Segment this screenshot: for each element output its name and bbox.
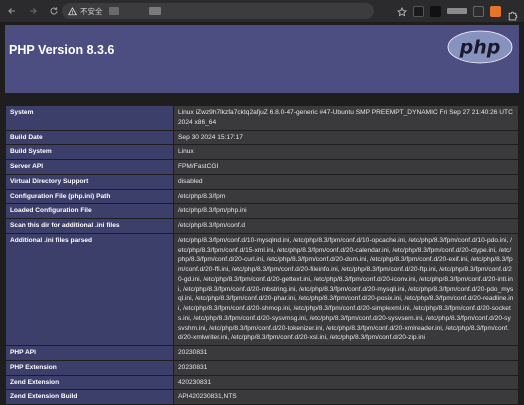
row-value: API420230831,NTS [173,389,519,405]
extension-redacted [447,8,467,14]
url-redacted [108,7,119,15]
table-row: Server API FPM/FastCGI [5,159,519,175]
row-key: Scan this dir for additional .ini files [5,218,174,234]
extension-icon[interactable] [473,5,484,17]
reload-icon[interactable] [45,2,63,20]
row-value: Linux iZwz9h7lkzfa7cktq2afjuZ 6.8.0-47-g… [173,105,519,131]
row-key: Loaded Configuration File [5,203,174,219]
table-row: Configuration File (php.ini) Path/etc/ph… [5,188,519,205]
row-value: 20230831 [173,345,519,361]
row-key: Virtual Directory Support [5,173,174,190]
table-row: Zend Extension Build API420230831,NTS [5,389,519,405]
table-row: Virtual Directory Support disabled [5,173,519,190]
php-logo: php [447,30,513,68]
phpinfo-header: PHP Version 8.3.6 php [5,25,519,93]
row-value: /etc/php/8.3/fpm [173,188,519,205]
forward-arrow-icon[interactable] [24,2,42,20]
extension-icon[interactable] [490,5,501,17]
row-key: Zend Extension [5,374,174,391]
insecure-label: 不安全 [80,6,103,16]
table-row: Zend Extension 420230831 [5,374,519,391]
back-arrow-icon[interactable] [3,2,21,20]
row-key: Additional .ini files parsed [5,232,174,347]
row-value: disabled [173,173,519,190]
warning-icon [68,6,77,16]
table-row: Loaded Configuration File/etc/php/8.3/fp… [5,203,519,219]
row-value: Linux [173,144,519,160]
browser-toolbar: 不安全 [0,0,524,22]
address-bar[interactable]: 不安全 [62,3,374,19]
row-key: PHP API [5,345,174,361]
table-row: Build System Linux [5,144,519,160]
puzzle-icon[interactable] [507,6,518,20]
page-content: PHP Version 8.3.6 php System Linux iZwz9h… [0,22,524,405]
php-logo-text: php [459,37,501,59]
table-row: Additional .ini files parsed/etc/php/8.3… [5,232,519,347]
table-row: Scan this dir for additional .ini files /… [5,218,519,234]
row-value: /etc/php/8.3/fpm/php.ini [173,203,519,219]
row-value: 20230831 [173,359,519,376]
row-key: PHP Extension [5,359,174,376]
table-row: PHP Extension 20230831 [5,359,519,376]
url-redacted [148,7,161,15]
table-row: PHP API 20230831 [5,345,519,361]
row-value: 420230831 [173,374,519,391]
row-value: /etc/php/8.3/fpm/conf.d/10-mysqlnd.ini, … [173,232,519,347]
extension-icon[interactable] [413,5,424,17]
page-title: PHP Version 8.3.6 [9,43,115,57]
row-value: Sep 30 2024 15:17:17 [173,129,519,146]
table-row: System Linux iZwz9h7lkzfa7cktq2afjuZ 6.8.… [5,105,519,131]
row-value: FPM/FastCGI [173,159,519,175]
table-row: Build Date Sep 30 2024 15:17:17 [5,129,519,146]
row-key: Server API [5,159,174,175]
row-key: System [5,105,174,131]
row-key: Build Date [5,129,174,146]
row-key: Zend Extension Build [5,389,174,405]
row-value: /etc/php/8.3/fpm/conf.d [173,218,519,234]
row-key: Configuration File (php.ini) Path [5,188,174,205]
row-key: Build System [5,144,174,160]
star-icon[interactable] [397,2,407,21]
extension-icon[interactable] [430,5,441,17]
info-table: System Linux iZwz9h7lkzfa7cktq2afjuZ 6.8.… [5,105,519,405]
